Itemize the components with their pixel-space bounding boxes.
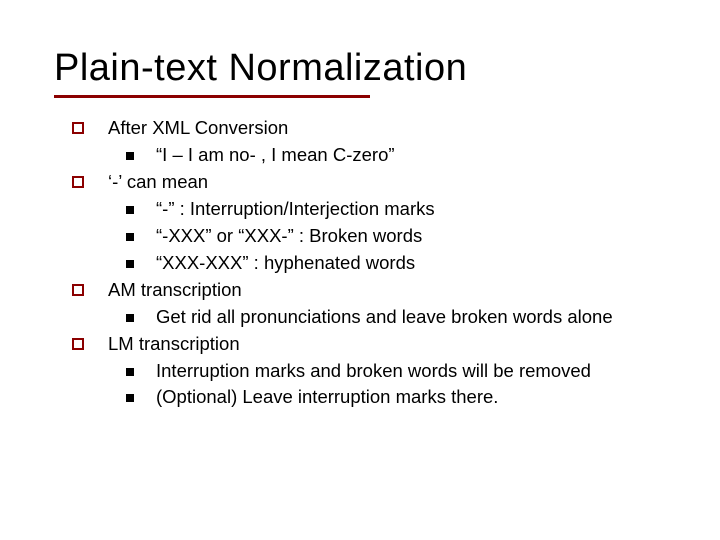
list-item-label: AM transcription — [108, 278, 666, 303]
square-bullet-icon — [72, 122, 84, 134]
sublist-item: Interruption marks and broken words will… — [126, 359, 666, 384]
sublist-item-label: “-” : Interruption/Interjection marks — [156, 197, 666, 222]
sublist-item-label: (Optional) Leave interruption marks ther… — [156, 385, 666, 410]
square-bullet-icon — [72, 176, 84, 188]
sublist-item-label: “-XXX” or “XXX-” : Broken words — [156, 224, 666, 249]
list-item: LM transcription — [72, 332, 666, 357]
filled-square-bullet-icon — [126, 233, 134, 241]
sublist-item: Get rid all pronunciations and leave bro… — [126, 305, 666, 330]
square-bullet-icon — [72, 284, 84, 296]
sublist-item-label: “I – I am no- , I mean C-zero” — [156, 143, 666, 168]
sublist-item-label: Interruption marks and broken words will… — [156, 359, 666, 384]
filled-square-bullet-icon — [126, 206, 134, 214]
square-bullet-icon — [72, 338, 84, 350]
sublist-item: (Optional) Leave interruption marks ther… — [126, 385, 666, 410]
list-item: After XML Conversion — [72, 116, 666, 141]
list-item-label: LM transcription — [108, 332, 666, 357]
sublist-item-label: “XXX-XXX” : hyphenated words — [156, 251, 666, 276]
list-item: ‘-’ can mean — [72, 170, 666, 195]
filled-square-bullet-icon — [126, 368, 134, 376]
list-item-label: After XML Conversion — [108, 116, 666, 141]
filled-square-bullet-icon — [126, 394, 134, 402]
filled-square-bullet-icon — [126, 314, 134, 322]
title-underline — [54, 95, 370, 98]
sublist-item: “-XXX” or “XXX-” : Broken words — [126, 224, 666, 249]
title-block: Plain-text Normalization — [54, 48, 666, 90]
list-item-label: ‘-’ can mean — [108, 170, 666, 195]
sublist-item: “XXX-XXX” : hyphenated words — [126, 251, 666, 276]
sublist-item: “I – I am no- , I mean C-zero” — [126, 143, 666, 168]
sublist-item-label: Get rid all pronunciations and leave bro… — [156, 305, 666, 330]
slide-title: Plain-text Normalization — [54, 48, 666, 90]
slide: Plain-text Normalization After XML Conve… — [0, 0, 720, 410]
filled-square-bullet-icon — [126, 152, 134, 160]
list-item: AM transcription — [72, 278, 666, 303]
content: After XML Conversion “I – I am no- , I m… — [54, 116, 666, 411]
filled-square-bullet-icon — [126, 260, 134, 268]
sublist-item: “-” : Interruption/Interjection marks — [126, 197, 666, 222]
